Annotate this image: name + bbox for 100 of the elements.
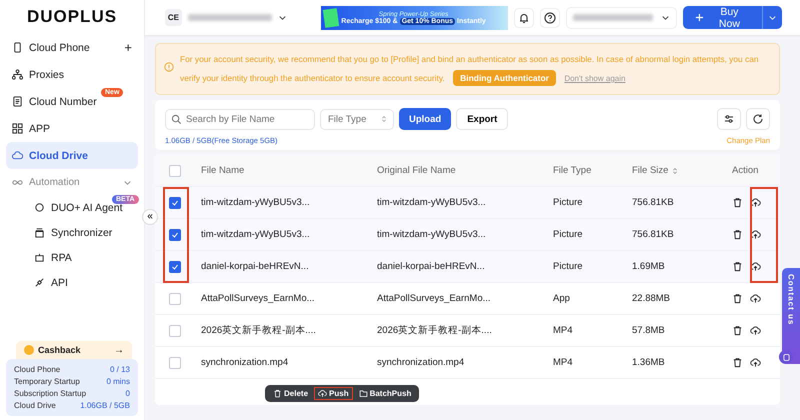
delete-icon[interactable] [732, 261, 743, 272]
help-icon[interactable] [540, 8, 560, 28]
nav-item[interactable]: APP [6, 115, 138, 142]
plus-icon [694, 13, 704, 22]
delete-icon[interactable] [732, 325, 743, 336]
delete-icon[interactable] [732, 197, 743, 208]
cloud-upload-icon[interactable] [750, 229, 761, 240]
nav-icon [34, 277, 45, 288]
nav-item[interactable]: RPA [6, 245, 138, 270]
table-row[interactable]: synchronization.mp4 synchronization.mp4 MP4 1.36MB [155, 347, 780, 379]
bulk-action-button[interactable]: Push [314, 387, 353, 400]
table-cell: AttaPollSurveys_EarnMo... [201, 293, 315, 304]
trash-icon [273, 389, 282, 398]
add-button[interactable]: + [124, 40, 132, 55]
nav-item[interactable]: Cloud Phone + [6, 34, 138, 61]
nav-item[interactable]: Synchronizer [6, 220, 138, 245]
folder-icon [358, 389, 368, 398]
cloud-upload-icon[interactable] [750, 293, 761, 304]
cloud-upload-icon [318, 389, 328, 398]
dropdown-button[interactable] [762, 6, 782, 29]
checkbox[interactable] [169, 260, 181, 272]
table-cell: AttaPollSurveys_EarnMo... [377, 293, 491, 304]
delete-icon[interactable] [732, 229, 743, 240]
table-cell: tim-witzdam-yWyBU5v3... [377, 197, 486, 208]
group-header[interactable]: Automation [6, 169, 138, 195]
export-button[interactable]: Export [456, 108, 508, 130]
table-cell: 22.88MB [632, 293, 670, 304]
nav-item[interactable]: Cloud Drive [6, 142, 138, 169]
stat-label: Temporary Startup [14, 377, 80, 386]
delete-icon[interactable] [732, 293, 743, 304]
filter-settings-icon[interactable] [717, 108, 741, 130]
refresh-icon[interactable] [746, 108, 770, 130]
cloud-upload-icon[interactable] [750, 357, 761, 368]
file-type-select[interactable]: File Type [320, 108, 394, 130]
stat-value: 0 mins [106, 377, 130, 386]
coin-icon [24, 345, 34, 355]
nav-icon [12, 96, 23, 107]
table-cell: Picture [553, 261, 583, 272]
avatar: CE [165, 9, 182, 26]
table-cell: App [553, 293, 570, 304]
table-cell: tim-witzdam-yWyBU5v3... [377, 229, 486, 240]
bulk-action-button[interactable]: BatchPush [354, 387, 416, 400]
bulk-action-button[interactable]: Delete [269, 387, 312, 400]
table-cell: Picture [553, 229, 583, 240]
search-icon [171, 114, 182, 124]
nav-item[interactable]: API [6, 270, 138, 295]
delete-icon[interactable] [732, 357, 743, 368]
upload-button[interactable]: Upload [399, 108, 452, 130]
nav-icon [12, 69, 23, 80]
search-field[interactable]: Search by File Name [165, 108, 315, 130]
table-cell: tim-witzdam-yWyBU5v3... [201, 197, 310, 208]
cashback-button[interactable]: Cashback → [16, 341, 132, 359]
info-icon [164, 62, 174, 72]
cloud-upload-icon[interactable] [750, 261, 761, 272]
column-header: File Name [201, 165, 244, 176]
table-cell: 2026英文新手教程-副本.... [201, 324, 316, 337]
stat-value: 0 / 13 [110, 365, 130, 374]
table-cell: daniel-korpai-beHREvN... [201, 261, 309, 272]
nav-item[interactable]: Proxies [6, 61, 138, 88]
table-cell: 57.8MB [632, 325, 665, 336]
checkbox[interactable] [169, 356, 181, 368]
column-header: Original File Name [377, 165, 456, 176]
checkbox[interactable] [169, 196, 181, 208]
buy-now-button[interactable]: Buy Now [682, 6, 762, 29]
table-cell: 756.81KB [632, 197, 674, 208]
sort-icon [380, 114, 388, 122]
table-cell: tim-witzdam-yWyBU5v3... [201, 229, 310, 240]
contact-us-tab[interactable]: Contact us [782, 268, 800, 364]
checkbox[interactable] [169, 324, 181, 336]
nav-icon [34, 252, 45, 263]
checkbox[interactable] [169, 164, 181, 176]
nav-icon [12, 42, 23, 53]
stat-label: Subscription Startup [14, 389, 86, 398]
stat-label: Cloud Phone [14, 365, 60, 374]
logo: DUOPLUS [26, 6, 118, 28]
stat-label: Cloud Drive [14, 401, 56, 410]
nav-icon [12, 123, 23, 134]
table-cell: MP4 [553, 357, 573, 368]
table-cell: 2026英文新手教程-副本.... [377, 324, 492, 337]
cloud-upload-icon[interactable] [750, 197, 761, 208]
alert-message: For your account security, we recommend that you go to [Profile] and bind an authenticator as soon as possible. In case of abnormal login attempts, you can verify your identity through the authenticator to ensure account security. Binding Authenticator Don't show again [180, 50, 771, 88]
column-header: File Size [632, 165, 668, 176]
column-header: Action [732, 165, 758, 176]
notification-bell-icon[interactable] [514, 8, 534, 28]
table-row[interactable]: tim-witzdam-yWyBU5v3... tim-witzdam-yWyBU5v3... Picture 756.81KB [155, 187, 780, 219]
checkbox[interactable] [169, 228, 181, 240]
table-row[interactable]: 2026英文新手教程-副本.... 2026英文新手教程-副本.... MP4 57.8MB [155, 315, 780, 347]
checkbox[interactable] [169, 292, 181, 304]
table-row[interactable]: tim-witzdam-yWyBU5v3... tim-witzdam-yWyBU5v3... Picture 756.81KB [155, 219, 780, 251]
table-cell: synchronization.mp4 [201, 357, 288, 368]
cloud-upload-icon[interactable] [750, 325, 761, 336]
table-cell: 1.36MB [632, 357, 665, 368]
sort-icon[interactable] [671, 166, 680, 174]
table-row[interactable]: AttaPollSurveys_EarnMo... AttaPollSurveys_EarnMo... App 22.88MB [155, 283, 780, 315]
nav-icon [12, 150, 23, 161]
stat-value: 1.06GB / 5GB [80, 401, 130, 410]
table-row[interactable]: daniel-korpai-beHREvN... daniel-korpai-beHREvN... Picture 1.69MB [155, 251, 780, 283]
table-cell: synchronization.mp4 [377, 357, 464, 368]
column-header: File Type [553, 165, 592, 176]
ticket-icon [323, 8, 340, 28]
